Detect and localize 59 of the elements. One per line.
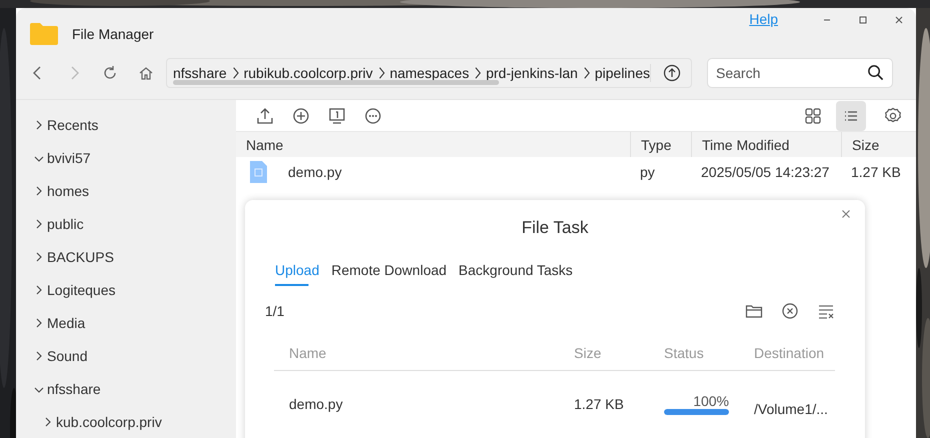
path-segment[interactable]: pipelines (594, 64, 650, 81)
column-header[interactable]: Type (630, 132, 691, 157)
table-cell-text: 2025/05/05 14:23:27 (700, 164, 830, 180)
refresh-icon[interactable] (102, 64, 118, 81)
table-cell-text: 1.27 KB (573, 396, 625, 412)
table-cell-text: /Volume1/... (753, 400, 829, 417)
table-cell-text: demo.py (288, 396, 344, 412)
table-cell-text: 1.27 KB (850, 164, 902, 180)
column-header: Status (663, 345, 705, 361)
close-icon[interactable] (894, 15, 904, 25)
sidebar-item[interactable]: Recents (16, 108, 236, 141)
chevron-right-icon (376, 66, 386, 80)
upload-icon[interactable] (256, 106, 274, 124)
sidebar-item[interactable]: Sound (16, 339, 236, 372)
more-icon[interactable] (364, 106, 382, 124)
path-segment[interactable]: prd-jenkins-lan (486, 64, 578, 81)
column-header[interactable]: Name (236, 132, 630, 157)
column-header: Destination (753, 345, 826, 361)
tab[interactable]: Remote Download (331, 262, 447, 286)
tab[interactable]: Upload (275, 262, 320, 286)
tab[interactable]: Background Tasks (458, 262, 573, 286)
chevron-right-icon (473, 66, 482, 80)
sidebar-item[interactable]: nfsshare (16, 372, 236, 405)
column-header[interactable]: Time Modified (691, 132, 841, 157)
grid-icon (804, 106, 822, 124)
maximize-icon[interactable] (858, 15, 868, 25)
monitor-icon[interactable] (328, 106, 346, 124)
sidebar-item[interactable]: bvivi57 (16, 141, 236, 174)
search-icon[interactable] (867, 64, 884, 81)
window-title: File Manager (72, 26, 154, 42)
sidebar-item[interactable]: kub.coolcorp.priv (16, 405, 236, 438)
sidebar-item[interactable]: Logiteques (16, 273, 236, 306)
path-segment[interactable]: nfsshare (173, 64, 227, 81)
table-cell-text: py (639, 164, 656, 180)
sidebar-item[interactable]: public (16, 207, 236, 240)
file-name[interactable]: demo.py (288, 164, 342, 180)
column-header: Name (288, 345, 328, 361)
close-icon[interactable] (841, 209, 851, 219)
path-bar[interactable]: nfsshare rubikub.coolcorp.priv namespaces prd-jenkins-lan pipelines (166, 58, 692, 88)
path-segment[interactable]: namespaces (390, 64, 470, 81)
chevron-right-icon (230, 66, 240, 80)
task-count: 1/1 (265, 303, 284, 319)
cancel-icon[interactable] (781, 302, 799, 320)
search-field[interactable]: Search (707, 58, 893, 88)
folder-icon (29, 22, 59, 46)
chevron-right-icon (582, 66, 591, 80)
settings-icon[interactable] (884, 106, 902, 124)
progress-percent: 100% (692, 393, 729, 409)
sidebar-item[interactable]: Media (16, 306, 236, 339)
dialog-title: File Task (520, 218, 590, 238)
scrollbar[interactable] (173, 80, 499, 85)
add-icon[interactable] (292, 106, 310, 124)
file-icon (249, 160, 268, 184)
sidebar-item[interactable]: BACKUPS (16, 240, 236, 273)
list-view-button[interactable] (836, 100, 866, 130)
home-icon[interactable] (138, 64, 154, 81)
path-segment[interactable]: rubikub.coolcorp.priv (244, 64, 373, 81)
column-header: Size (573, 345, 602, 361)
sidebar-item[interactable]: homes (16, 174, 236, 207)
